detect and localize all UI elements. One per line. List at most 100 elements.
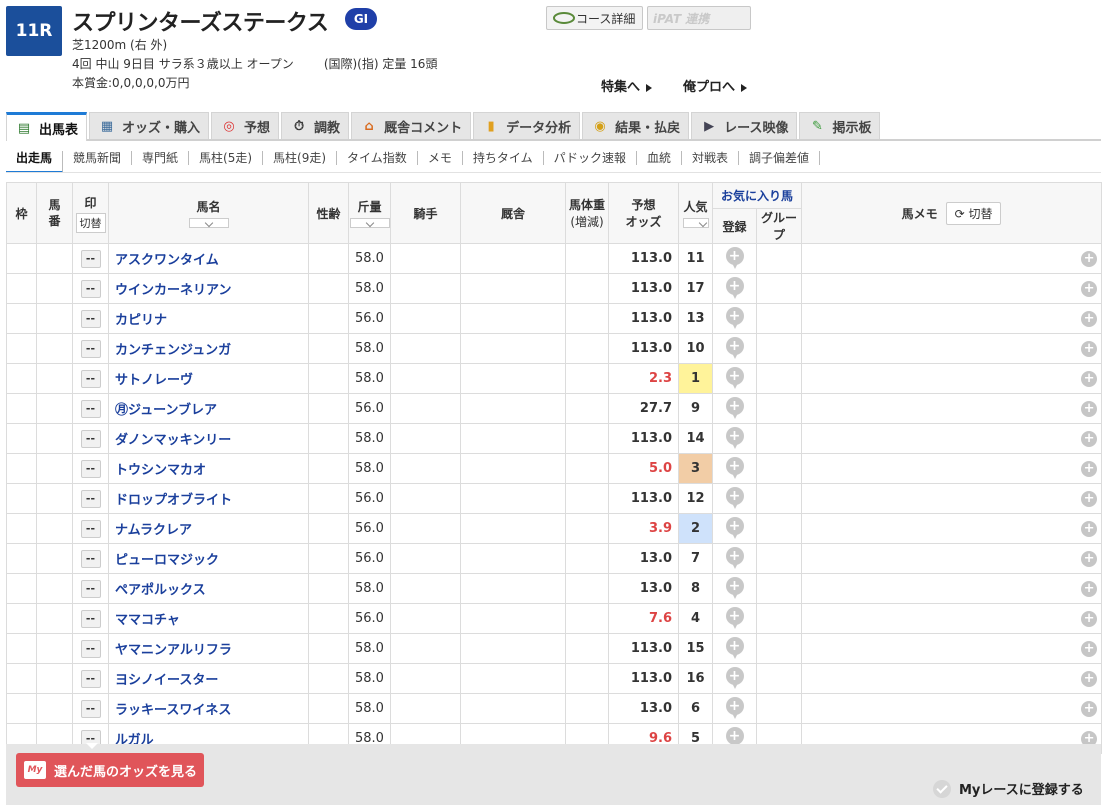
horse-name-link[interactable]: ママコチャ xyxy=(108,603,309,634)
horse-name-link[interactable]: サトノレーヴ xyxy=(108,363,309,394)
mark-selector[interactable]: -- xyxy=(80,579,101,598)
sort-chevron-icon[interactable] xyxy=(349,218,390,228)
view-selected-odds-button[interactable]: My 選んだ馬のオッズを見る xyxy=(16,753,204,787)
subtab-item[interactable]: 血統 xyxy=(637,151,682,165)
weight-header[interactable]: 斤量 xyxy=(348,182,391,244)
add-favorite-pin-icon[interactable]: + xyxy=(725,516,744,541)
tab-stopwatch[interactable]: ⏱ 調教 xyxy=(281,112,350,140)
add-favorite-pin-icon[interactable]: + xyxy=(725,456,744,481)
subtab-item[interactable]: タイム指数 xyxy=(337,151,418,165)
mark-selector[interactable]: -- xyxy=(80,399,101,418)
add-favorite-pin-icon[interactable]: + xyxy=(725,396,744,421)
add-favorite-pin-icon[interactable]: + xyxy=(725,696,744,721)
mark-selector[interactable]: -- xyxy=(80,279,101,298)
add-memo-icon[interactable]: + xyxy=(1081,490,1098,507)
subtab-item[interactable]: メモ xyxy=(418,151,463,165)
mark-selector[interactable]: -- xyxy=(80,369,101,388)
add-memo-icon[interactable]: + xyxy=(1081,640,1098,657)
pro-link[interactable]: 俺プロへ xyxy=(683,76,748,95)
mark-selector[interactable]: -- xyxy=(80,339,101,358)
tab-bar-chart[interactable]: ▮ データ分析 xyxy=(473,112,581,140)
tab-coins[interactable]: ◉ 結果・払戻 xyxy=(582,112,690,140)
horse-name-link[interactable]: ヤマニンアルリフラ xyxy=(108,633,309,664)
add-memo-icon[interactable]: + xyxy=(1081,340,1098,357)
add-favorite-pin-icon[interactable]: + xyxy=(725,366,744,391)
mark-selector[interactable]: -- xyxy=(80,699,101,718)
register-my-race-button[interactable]: Myレースに登録する xyxy=(933,779,1084,798)
subtab-item[interactable]: パドック速報 xyxy=(544,151,637,165)
add-memo-icon[interactable]: + xyxy=(1081,400,1098,417)
special-feature-link[interactable]: 特集へ xyxy=(601,76,653,95)
horse-name-link[interactable]: ドロップオブライト xyxy=(108,483,309,514)
add-memo-icon[interactable]: + xyxy=(1081,460,1098,477)
horse-name-link[interactable]: ペアポルックス xyxy=(108,573,309,604)
add-favorite-pin-icon[interactable]: + xyxy=(725,546,744,571)
mark-selector[interactable]: -- xyxy=(80,489,101,508)
subtab-item[interactable]: 調子偏差値 xyxy=(739,151,821,165)
ipat-link-button[interactable]: iPAT 連携 xyxy=(647,6,751,30)
add-favorite-pin-icon[interactable]: + xyxy=(725,276,744,301)
subtab-item[interactable]: 持ちタイム xyxy=(463,151,544,165)
add-memo-icon[interactable]: + xyxy=(1081,280,1098,297)
horse-name-link[interactable]: ウインカーネリアン xyxy=(108,273,309,304)
mark-selector[interactable]: -- xyxy=(80,609,101,628)
subtab-item[interactable]: 出走馬 xyxy=(6,151,64,173)
horse-name-link[interactable]: ダノンマッキンリー xyxy=(108,423,309,454)
mark-selector[interactable]: -- xyxy=(80,669,101,688)
subtab-item[interactable]: 馬柱(9走) xyxy=(263,151,338,165)
add-favorite-pin-icon[interactable]: + xyxy=(725,306,744,331)
horse-name-link[interactable]: ラッキースワイネス xyxy=(108,693,309,724)
memo-toggle-button[interactable]: ⟳ 切替 xyxy=(945,201,1002,225)
sort-chevron-icon[interactable] xyxy=(682,218,709,228)
add-memo-icon[interactable]: + xyxy=(1081,550,1098,567)
subtab-item[interactable]: 対戦表 xyxy=(682,151,739,165)
add-favorite-pin-icon[interactable]: + xyxy=(725,576,744,601)
mark-toggle-button[interactable]: 切替 xyxy=(75,212,106,233)
add-memo-icon[interactable]: + xyxy=(1081,430,1098,447)
subtab-item[interactable]: 競馬新聞 xyxy=(63,151,133,165)
add-memo-icon[interactable]: + xyxy=(1081,520,1098,537)
name-header[interactable]: 馬名 xyxy=(108,182,309,244)
sort-chevron-icon[interactable] xyxy=(188,218,229,228)
add-memo-icon[interactable]: + xyxy=(1081,580,1098,597)
horse-name-link[interactable]: ㊊ジューンブレア xyxy=(108,393,309,424)
my-badge-icon: My xyxy=(24,761,46,779)
horse-name-link[interactable]: ナムラクレア xyxy=(108,513,309,544)
mark-selector[interactable]: -- xyxy=(80,549,101,568)
course-detail-button[interactable]: コース詳細 xyxy=(546,6,643,30)
mark-selector[interactable]: -- xyxy=(80,519,101,538)
tab-chat[interactable]: ✎ 掲示板 xyxy=(799,112,881,140)
add-favorite-pin-icon[interactable]: + xyxy=(725,606,744,631)
tab-video[interactable]: ▶ レース映像 xyxy=(691,112,798,140)
add-favorite-pin-icon[interactable]: + xyxy=(725,636,744,661)
add-favorite-pin-icon[interactable]: + xyxy=(725,246,744,271)
horse-name-link[interactable]: カンチェンジュンガ xyxy=(108,333,309,364)
add-memo-icon[interactable]: + xyxy=(1081,250,1098,267)
mark-selector[interactable]: -- xyxy=(80,459,101,478)
horse-name-link[interactable]: ヨシノイースター xyxy=(108,663,309,694)
add-memo-icon[interactable]: + xyxy=(1081,670,1098,687)
add-favorite-pin-icon[interactable]: + xyxy=(725,666,744,691)
mark-selector[interactable]: -- xyxy=(80,309,101,328)
mark-selector[interactable]: -- xyxy=(80,249,101,268)
tab-target[interactable]: ◎ 予想 xyxy=(211,112,280,140)
horse-name-link[interactable]: ピューロマジック xyxy=(108,543,309,574)
mark-selector[interactable]: -- xyxy=(80,429,101,448)
add-memo-icon[interactable]: + xyxy=(1081,370,1098,387)
horse-name-link[interactable]: アスクワンタイム xyxy=(108,243,309,274)
horse-name-link[interactable]: カピリナ xyxy=(108,303,309,334)
tab-table[interactable]: ▤ 出馬表 xyxy=(6,112,88,141)
subtab-item[interactable]: 専門紙 xyxy=(132,151,190,165)
add-favorite-pin-icon[interactable]: + xyxy=(725,486,744,511)
tab-odds[interactable]: ▦ オッズ・購入 xyxy=(89,112,210,140)
subtab-item[interactable]: 馬柱(5走) xyxy=(189,151,264,165)
add-memo-icon[interactable]: + xyxy=(1081,700,1098,717)
popularity-header[interactable]: 人気 xyxy=(678,182,713,244)
mark-selector[interactable]: -- xyxy=(80,639,101,658)
tab-stable[interactable]: ⌂ 厩舎コメント xyxy=(351,112,472,140)
add-memo-icon[interactable]: + xyxy=(1081,310,1098,327)
add-favorite-pin-icon[interactable]: + xyxy=(725,336,744,361)
horse-name-link[interactable]: トウシンマカオ xyxy=(108,453,309,484)
add-memo-icon[interactable]: + xyxy=(1081,610,1098,627)
add-favorite-pin-icon[interactable]: + xyxy=(725,426,744,451)
